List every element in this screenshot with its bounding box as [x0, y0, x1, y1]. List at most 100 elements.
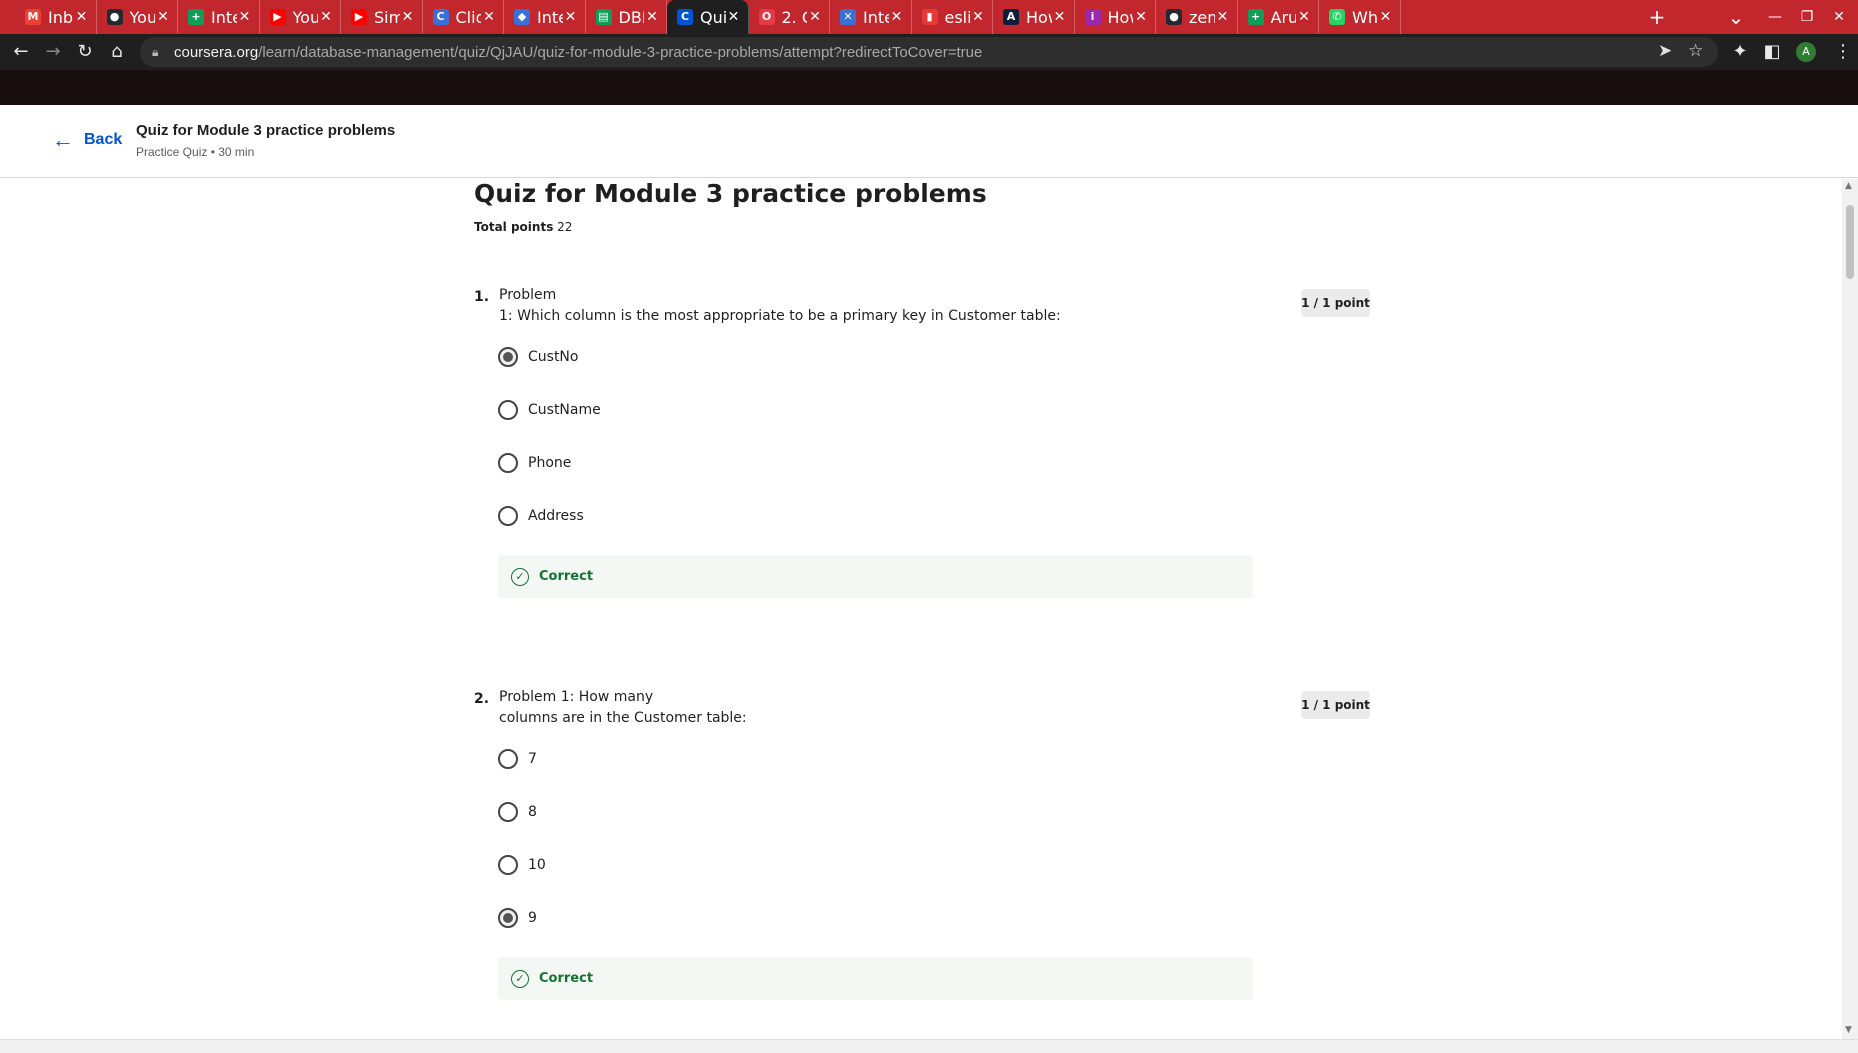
- browser-tab[interactable]: + Inter✕: [178, 0, 260, 34]
- scroll-up-icon[interactable]: ▲: [1845, 181, 1852, 191]
- tab-close-icon[interactable]: ✕: [1133, 9, 1149, 25]
- browser-tab[interactable]: ● Your✕: [97, 0, 178, 34]
- tab-search-icon[interactable]: ⌄: [1723, 5, 1749, 29]
- tab-title: Simp: [374, 7, 400, 27]
- radio-button[interactable]: [498, 453, 518, 473]
- browser-tab[interactable]: O 2. Cr✕: [749, 0, 830, 34]
- tab-title: Integ: [863, 7, 889, 27]
- tab-title: YouT: [292, 7, 319, 27]
- more-menu-icon[interactable]: ⋮: [1830, 39, 1856, 65]
- new-tab-icon[interactable]: +: [1644, 5, 1670, 29]
- tab-title: Inter: [211, 7, 237, 27]
- scroll-thumb[interactable]: [1846, 205, 1854, 279]
- answer-option[interactable]: CustNo: [498, 346, 578, 368]
- tab-close-icon[interactable]: ✕: [1378, 9, 1394, 25]
- url-host: coursera.org: [174, 43, 259, 61]
- radio-button[interactable]: [498, 802, 518, 822]
- tab-close-icon[interactable]: ✕: [400, 9, 416, 25]
- browser-tab[interactable]: C Cliq ✕: [423, 0, 504, 34]
- window-close-icon[interactable]: ✕: [1822, 0, 1856, 34]
- browser-toolbar: ← → ↻ ⌂ 🔒︎ coursera.org/learn/database-m…: [0, 34, 1858, 70]
- answer-option[interactable]: CustName: [498, 399, 601, 421]
- reload-icon[interactable]: ↻: [72, 39, 98, 65]
- tab-favicon-icon: ▤: [595, 9, 612, 25]
- tab-close-icon[interactable]: ✕: [74, 9, 90, 25]
- tab-title: 2. Cr: [781, 7, 808, 27]
- tab-close-icon[interactable]: ✕: [807, 9, 823, 25]
- answer-feedback: ✓ Correct: [498, 555, 1253, 598]
- home-icon[interactable]: ⌂: [104, 39, 130, 65]
- browser-tab[interactable]: ● zem✕: [1156, 0, 1238, 34]
- browser-tab[interactable]: M Inbo✕: [15, 0, 97, 34]
- back-button[interactable]: ← Back: [52, 127, 122, 152]
- browser-tab[interactable]: ✕Integ✕: [830, 0, 912, 34]
- radio-button[interactable]: [498, 855, 518, 875]
- restore-icon[interactable]: ❐: [1790, 0, 1824, 34]
- tab-close-icon[interactable]: ✕: [726, 9, 742, 25]
- answer-option-label: Address: [528, 508, 584, 524]
- browser-tab[interactable]: ▶ YouT✕: [260, 0, 341, 34]
- browser-tab[interactable]: i How✕: [1075, 0, 1156, 34]
- browser-tab[interactable]: ▶ Simp✕: [341, 0, 423, 34]
- tab-close-icon[interactable]: ✕: [237, 9, 253, 25]
- vertical-scrollbar[interactable]: ▲ ▼: [1842, 179, 1858, 1039]
- forward-arrow-icon[interactable]: →: [40, 39, 66, 65]
- tab-close-icon[interactable]: ✕: [1296, 9, 1312, 25]
- tab-title: How: [1107, 7, 1134, 27]
- answer-option[interactable]: Phone: [498, 452, 571, 474]
- tab-favicon-icon: +: [1247, 9, 1264, 25]
- minimize-icon[interactable]: —: [1758, 0, 1792, 34]
- tab-favicon-icon: ▮: [921, 9, 938, 25]
- back-arrow-icon: ←: [52, 127, 74, 152]
- question-text-line: Problem 1: How many: [499, 689, 654, 705]
- tab-close-icon[interactable]: ✕: [970, 9, 986, 25]
- answer-option[interactable]: 7: [498, 748, 537, 770]
- browser-tab[interactable]: C Quiz✕: [667, 0, 749, 34]
- question-text-line: 1: Which column is the most appropriate …: [499, 308, 1061, 324]
- total-points-label: Total points: [474, 220, 554, 234]
- tab-title: Quiz: [700, 7, 726, 27]
- tab-title: zem: [1189, 7, 1215, 27]
- browser-tab[interactable]: ◆ Inter✕: [504, 0, 586, 34]
- question-points-badge: 1 / 1 point: [1301, 289, 1370, 317]
- answer-option[interactable]: 8: [498, 801, 537, 823]
- answer-option[interactable]: Address: [498, 505, 584, 527]
- browser-tab[interactable]: ✆ Wha✕: [1319, 0, 1401, 34]
- bookmark-star-icon[interactable]: ☆: [1688, 41, 1703, 61]
- tab-close-icon[interactable]: ✕: [318, 9, 334, 25]
- tab-close-icon[interactable]: ✕: [1052, 9, 1068, 25]
- answer-option[interactable]: 9: [498, 907, 537, 929]
- tab-favicon-icon: +: [188, 9, 204, 25]
- browser-tab[interactable]: A How✕: [993, 0, 1075, 34]
- radio-button-checked[interactable]: [498, 908, 518, 928]
- answer-option-label: 10: [528, 857, 546, 873]
- tab-close-icon[interactable]: ✕: [644, 9, 660, 25]
- browser-tab[interactable]: + Arun✕: [1238, 0, 1319, 34]
- radio-button[interactable]: [498, 506, 518, 526]
- tab-favicon-icon: M: [25, 9, 41, 25]
- tab-favicon-icon: i: [1084, 9, 1101, 25]
- answer-option-label: Phone: [528, 455, 572, 471]
- tab-close-icon[interactable]: ✕: [889, 9, 905, 25]
- horizontal-scrollbar[interactable]: [0, 1039, 1858, 1053]
- send-icon[interactable]: ➤: [1658, 41, 1672, 61]
- radio-button[interactable]: [498, 400, 518, 420]
- profile-avatar[interactable]: A: [1796, 42, 1816, 62]
- side-panel-icon[interactable]: ◧: [1759, 39, 1785, 65]
- question-text-line: Problem: [499, 287, 557, 303]
- radio-button[interactable]: [498, 749, 518, 769]
- back-arrow-icon[interactable]: ←: [8, 39, 34, 65]
- extensions-puzzle-icon[interactable]: ✦: [1727, 39, 1753, 65]
- tab-close-icon[interactable]: ✕: [563, 9, 579, 25]
- scroll-down-icon[interactable]: ▼: [1845, 1025, 1852, 1035]
- browser-tab[interactable]: ▤ DBM✕: [586, 0, 667, 34]
- answer-option[interactable]: 10: [498, 854, 546, 876]
- tab-close-icon[interactable]: ✕: [481, 9, 497, 25]
- lock-icon: 🔒︎: [152, 44, 159, 59]
- tab-close-icon[interactable]: ✕: [155, 9, 171, 25]
- browser-tab[interactable]: ▮ eslin✕: [912, 0, 993, 34]
- address-bar[interactable]: 🔒︎ coursera.org/learn/database-managemen…: [140, 37, 1718, 67]
- check-circle-icon: ✓: [511, 969, 529, 988]
- radio-button-checked[interactable]: [498, 347, 518, 367]
- tab-close-icon[interactable]: ✕: [1215, 9, 1231, 25]
